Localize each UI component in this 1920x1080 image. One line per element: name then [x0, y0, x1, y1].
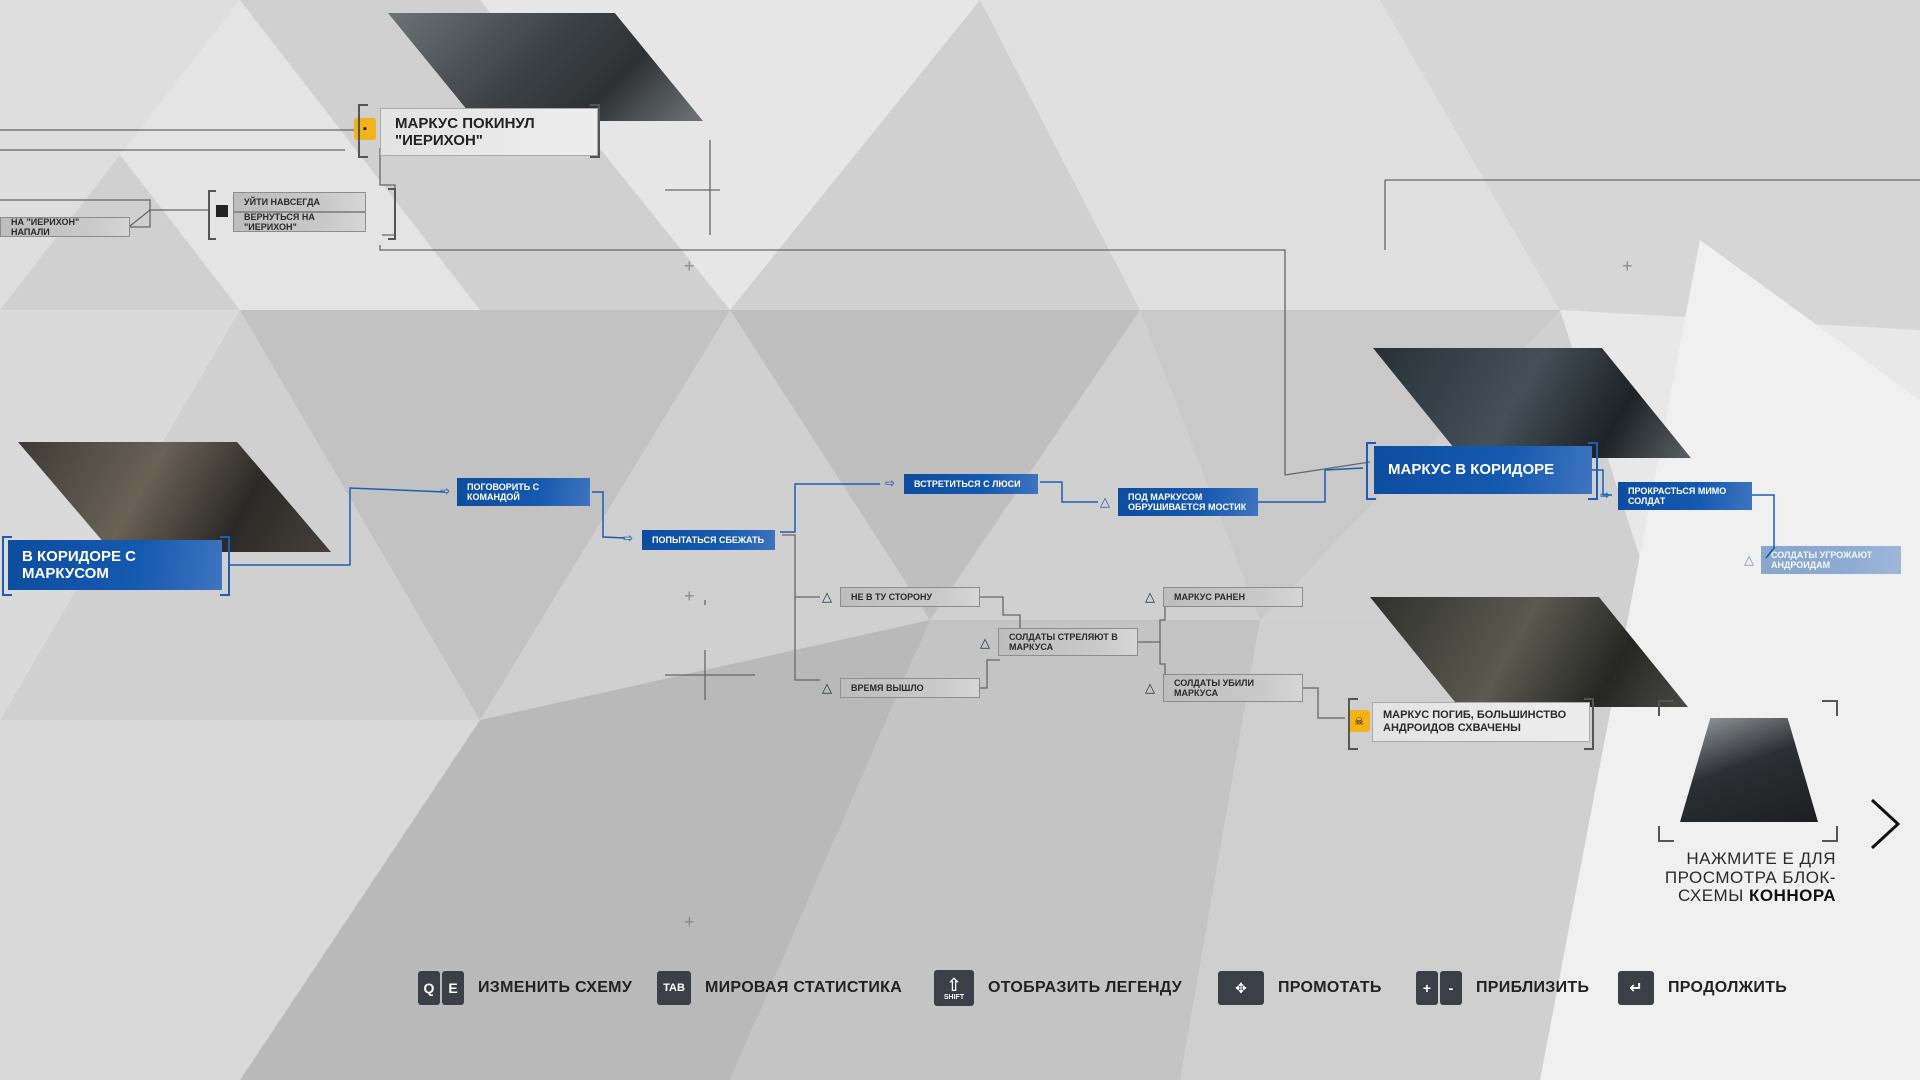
enter-key-icon: ↵ — [1618, 971, 1654, 1005]
node-bracket — [1348, 698, 1358, 750]
crosshair-mark: + — [684, 256, 695, 276]
arrow-icon: ⇨ — [1600, 488, 1611, 502]
node-bracket — [1584, 698, 1594, 750]
footer-show-legend[interactable]: ⇧ SHIFT ОТОБРАЗИТЬ ЛЕГЕНДУ — [934, 970, 1182, 1006]
shift-key-icon: ⇧ SHIFT — [934, 970, 974, 1006]
key-shift-label: SHIFT — [943, 993, 965, 1001]
crosshair-mark: + — [1622, 256, 1633, 276]
node-bracket — [358, 104, 368, 158]
footer-change-scheme[interactable]: Q E ИЗМЕНИТЬ СХЕМУ — [418, 970, 632, 1006]
node-sneak-past-soldiers[interactable]: ПРОКРАСТЬСЯ МИМО СОЛДАТ — [1618, 482, 1752, 510]
world-stats-label: МИРОВАЯ СТАТИСТИКА — [705, 979, 903, 996]
key-plus: + — [1416, 971, 1438, 1005]
node-marcus-left-jericho[interactable]: МАРКУС ПОКИНУЛ "ИЕРИХОН" — [380, 108, 598, 156]
change-scheme-label: ИЗМЕНИТЬ СХЕМУ — [478, 979, 633, 996]
connor-frame-corner — [1658, 826, 1674, 842]
connor-flowchart-hint[interactable]: НАЖМИТЕ E ДЛЯ ПРОСМОТРА БЛОК- СХЕМЫ КОНН… — [1600, 849, 1836, 906]
key-tab: TAB — [657, 971, 691, 1005]
node-marcus-died[interactable]: МАРКУС ПОГИБ, БОЛЬШИНСТВО АНДРОИДОВ СХВА… — [1372, 702, 1590, 742]
connor-hint-line3: СХЕМЫ — [1678, 886, 1744, 906]
footer-zoom[interactable]: + - ПРИБЛИЗИТЬ — [1416, 970, 1589, 1006]
arrow-icon: ⇨ — [885, 476, 896, 490]
node-in-corridor-with-marcus[interactable]: В КОРИДОРЕ С МАРКУСОМ — [8, 540, 222, 590]
event-triangle-icon: △ — [1100, 494, 1110, 509]
event-triangle-icon: △ — [822, 589, 832, 604]
event-triangle-icon: △ — [822, 680, 832, 695]
node-bridge-collapses[interactable]: ПОД МАРКУСОМ ОБРУШИВАЕТСЯ МОСТИК — [1118, 488, 1258, 516]
chevron-right-icon[interactable] — [1866, 796, 1906, 852]
footer-continue[interactable]: ↵ ПРОДОЛЖИТЬ — [1618, 970, 1787, 1006]
connor-hint-name: КОННОРА — [1749, 886, 1836, 906]
connor-hint-line2: ПРОСМОТРА БЛОК- — [1664, 867, 1836, 887]
footer-scroll[interactable]: ✥ ПРОМОТАТЬ — [1218, 970, 1382, 1006]
show-legend-label: ОТОБРАЗИТЬ ЛЕГЕНДУ — [988, 979, 1182, 996]
node-bracket — [1588, 442, 1598, 500]
shift-arrow-icon: ⇧ — [946, 974, 962, 995]
choice-bracket — [208, 190, 216, 240]
choice-bracket — [388, 188, 396, 240]
event-triangle-icon: △ — [980, 635, 990, 650]
key-minus: - — [1440, 971, 1462, 1005]
connor-frame-corner — [1822, 826, 1838, 842]
node-time-up[interactable]: ВРЕМЯ ВЫШЛО — [840, 678, 980, 698]
crosshair-mark: + — [684, 912, 695, 932]
node-try-escape[interactable]: ПОПЫТАТЬСЯ СБЕЖАТЬ — [642, 530, 775, 550]
node-soldiers-killed[interactable]: СОЛДАТЫ УБИЛИ МАРКУСА — [1163, 674, 1303, 702]
scroll-label: ПРОМОТАТЬ — [1278, 979, 1382, 996]
connor-hint-line1: НАЖМИТЕ E ДЛЯ — [1686, 849, 1836, 868]
connor-frame-corner — [1658, 700, 1674, 716]
node-bracket — [590, 104, 600, 158]
footer-world-stats[interactable]: TAB МИРОВАЯ СТАТИСТИКА — [657, 970, 902, 1006]
choice-icon — [216, 205, 228, 217]
arrow-icon: ⇨ — [440, 484, 451, 498]
crosshair-mark: + — [684, 586, 695, 606]
node-soldiers-threaten[interactable]: СОЛДАТЫ УГРОЖАЮТ АНДРОИДАМ — [1761, 546, 1901, 574]
node-jericho-attacked[interactable]: НА "ИЕРИХОН" НАПАЛИ — [0, 217, 130, 237]
arrow-icon: ⇨ — [623, 531, 634, 545]
node-return-jericho[interactable]: ВЕРНУТЬСЯ НА "ИЕРИХОН" — [233, 212, 366, 232]
node-talk-to-team[interactable]: ПОГОВОРИТЬ С КОМАНДОЙ — [457, 478, 590, 506]
node-wrong-way[interactable]: НЕ В ТУ СТОРОНУ — [840, 587, 980, 607]
node-meet-lucy[interactable]: ВСТРЕТИТЬСЯ С ЛЮСИ — [904, 474, 1038, 494]
continue-label: ПРОДОЛЖИТЬ — [1668, 979, 1788, 996]
node-bracket — [220, 536, 230, 596]
zoom-label: ПРИБЛИЗИТЬ — [1476, 979, 1590, 996]
node-soldiers-shoot[interactable]: СОЛДАТЫ СТРЕЛЯЮТ В МАРКУСА — [998, 628, 1138, 656]
key-q: Q — [418, 971, 440, 1005]
event-triangle-icon: △ — [1145, 589, 1155, 604]
node-leave-forever[interactable]: УЙТИ НАВСЕГДА — [233, 192, 366, 212]
node-marcus-wounded[interactable]: МАРКУС РАНЕН — [1163, 587, 1303, 607]
connor-frame-corner — [1822, 700, 1838, 716]
move-arrows-icon: ✥ — [1218, 971, 1264, 1005]
node-marcus-in-corridor[interactable]: МАРКУС В КОРИДОРЕ — [1374, 446, 1592, 494]
event-triangle-icon: △ — [1744, 552, 1754, 567]
key-e: E — [442, 971, 464, 1005]
event-triangle-icon: △ — [1145, 680, 1155, 695]
